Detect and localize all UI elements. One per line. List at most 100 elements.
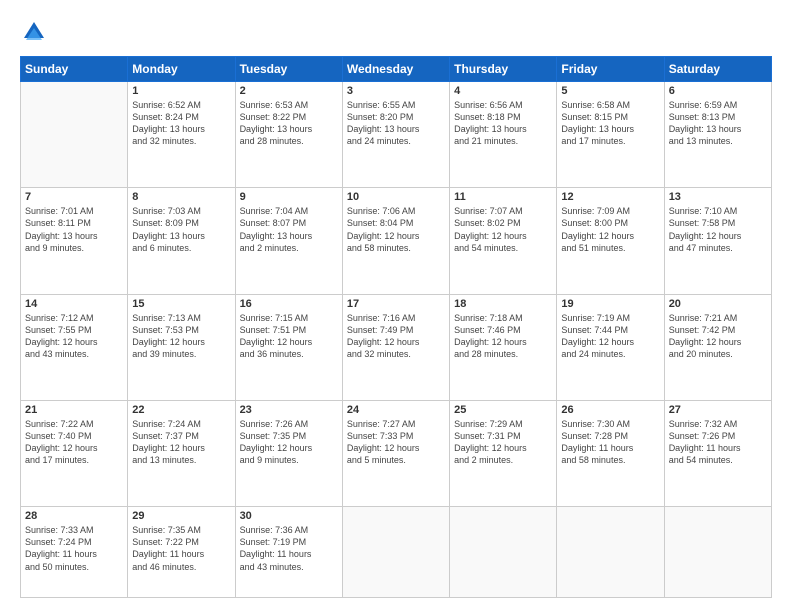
calendar-week-row: 14 Sunrise: 7:12 AM Sunset: 7:55 PM Dayli… (21, 294, 772, 400)
day-info: Sunrise: 7:24 AM Sunset: 7:37 PM Dayligh… (132, 418, 230, 467)
day-number: 16 (240, 298, 338, 310)
day-number: 30 (240, 510, 338, 522)
page: SundayMondayTuesdayWednesdayThursdayFrid… (0, 0, 792, 612)
day-number: 20 (669, 298, 767, 310)
calendar-week-row: 21Sunrise: 7:22 AM Sunset: 7:40 PM Dayli… (21, 400, 772, 506)
calendar-cell: 25Sunrise: 7:29 AM Sunset: 7:31 PM Dayli… (450, 400, 557, 506)
calendar-cell: 16 Sunrise: 7:15 AM Sunset: 7:51 PM Dayli… (235, 294, 342, 400)
calendar-cell: 22 Sunrise: 7:24 AM Sunset: 7:37 PM Dayli… (128, 400, 235, 506)
day-number: 4 (454, 85, 552, 97)
day-info: Sunrise: 7:32 AM Sunset: 7:26 PM Dayligh… (669, 418, 767, 467)
calendar-cell: 8 Sunrise: 7:03 AM Sunset: 8:09 PM Daylig… (128, 188, 235, 294)
calendar-cell: 3 Sunrise: 6:55 AM Sunset: 8:20 PM Daylig… (342, 82, 449, 188)
calendar-week-row: 28 Sunrise: 7:33 AM Sunset: 7:24 PM Dayli… (21, 507, 772, 598)
day-info: Sunrise: 6:55 AM Sunset: 8:20 PM Dayligh… (347, 99, 445, 148)
day-info: Sunrise: 7:33 AM Sunset: 7:24 PM Dayligh… (25, 524, 123, 573)
day-number: 22 (132, 404, 230, 416)
day-number: 21 (25, 404, 123, 416)
day-number: 26 (561, 404, 659, 416)
day-number: 29 (132, 510, 230, 522)
day-number: 13 (669, 191, 767, 203)
calendar-table: SundayMondayTuesdayWednesdayThursdayFrid… (20, 56, 772, 598)
calendar-day-header: Thursday (450, 57, 557, 82)
day-number: 28 (25, 510, 123, 522)
day-info: Sunrise: 6:56 AM Sunset: 8:18 PM Dayligh… (454, 99, 552, 148)
day-info: Sunrise: 7:26 AM Sunset: 7:35 PM Dayligh… (240, 418, 338, 467)
calendar-cell: 19 Sunrise: 7:19 AM Sunset: 7:44 PM Dayli… (557, 294, 664, 400)
calendar-day-header: Friday (557, 57, 664, 82)
calendar-cell: 10 Sunrise: 7:06 AM Sunset: 8:04 PM Dayli… (342, 188, 449, 294)
day-number: 14 (25, 298, 123, 310)
day-info: Sunrise: 6:52 AM Sunset: 8:24 PM Dayligh… (132, 99, 230, 148)
calendar-cell: 13Sunrise: 7:10 AM Sunset: 7:58 PM Dayli… (664, 188, 771, 294)
day-info: Sunrise: 6:58 AM Sunset: 8:15 PM Dayligh… (561, 99, 659, 148)
calendar-cell: 7 Sunrise: 7:01 AM Sunset: 8:11 PM Daylig… (21, 188, 128, 294)
calendar-day-header: Sunday (21, 57, 128, 82)
day-number: 6 (669, 85, 767, 97)
calendar-cell: 17 Sunrise: 7:16 AM Sunset: 7:49 PM Dayli… (342, 294, 449, 400)
day-info: Sunrise: 7:06 AM Sunset: 8:04 PM Dayligh… (347, 205, 445, 254)
day-info: Sunrise: 7:04 AM Sunset: 8:07 PM Dayligh… (240, 205, 338, 254)
day-number: 27 (669, 404, 767, 416)
day-info: Sunrise: 7:36 AM Sunset: 7:19 PM Dayligh… (240, 524, 338, 573)
day-info: Sunrise: 7:27 AM Sunset: 7:33 PM Dayligh… (347, 418, 445, 467)
day-number: 18 (454, 298, 552, 310)
calendar-cell: 12 Sunrise: 7:09 AM Sunset: 8:00 PM Dayli… (557, 188, 664, 294)
day-info: Sunrise: 7:35 AM Sunset: 7:22 PM Dayligh… (132, 524, 230, 573)
calendar-cell: 14 Sunrise: 7:12 AM Sunset: 7:55 PM Dayli… (21, 294, 128, 400)
calendar-cell: 5 Sunrise: 6:58 AM Sunset: 8:15 PM Daylig… (557, 82, 664, 188)
day-number: 17 (347, 298, 445, 310)
logo (20, 18, 52, 46)
calendar-cell (664, 507, 771, 598)
day-info: Sunrise: 7:13 AM Sunset: 7:53 PM Dayligh… (132, 312, 230, 361)
day-info: Sunrise: 7:16 AM Sunset: 7:49 PM Dayligh… (347, 312, 445, 361)
calendar-cell: 30 Sunrise: 7:36 AM Sunset: 7:19 PM Dayli… (235, 507, 342, 598)
day-number: 24 (347, 404, 445, 416)
calendar-cell: 26 Sunrise: 7:30 AM Sunset: 7:28 PM Dayli… (557, 400, 664, 506)
day-info: Sunrise: 7:15 AM Sunset: 7:51 PM Dayligh… (240, 312, 338, 361)
calendar-week-row: 7 Sunrise: 7:01 AM Sunset: 8:11 PM Daylig… (21, 188, 772, 294)
calendar-cell (21, 82, 128, 188)
day-info: Sunrise: 7:12 AM Sunset: 7:55 PM Dayligh… (25, 312, 123, 361)
calendar-cell: 2 Sunrise: 6:53 AM Sunset: 8:22 PM Daylig… (235, 82, 342, 188)
day-info: Sunrise: 6:53 AM Sunset: 8:22 PM Dayligh… (240, 99, 338, 148)
day-number: 11 (454, 191, 552, 203)
day-info: Sunrise: 7:09 AM Sunset: 8:00 PM Dayligh… (561, 205, 659, 254)
day-number: 1 (132, 85, 230, 97)
day-info: Sunrise: 7:07 AM Sunset: 8:02 PM Dayligh… (454, 205, 552, 254)
logo-icon (20, 18, 48, 46)
day-info: Sunrise: 6:59 AM Sunset: 8:13 PM Dayligh… (669, 99, 767, 148)
day-info: Sunrise: 7:03 AM Sunset: 8:09 PM Dayligh… (132, 205, 230, 254)
day-number: 7 (25, 191, 123, 203)
calendar-cell: 18 Sunrise: 7:18 AM Sunset: 7:46 PM Dayli… (450, 294, 557, 400)
header (20, 18, 772, 46)
day-number: 9 (240, 191, 338, 203)
day-info: Sunrise: 7:21 AM Sunset: 7:42 PM Dayligh… (669, 312, 767, 361)
calendar-cell: 15 Sunrise: 7:13 AM Sunset: 7:53 PM Dayli… (128, 294, 235, 400)
day-number: 2 (240, 85, 338, 97)
calendar-day-header: Tuesday (235, 57, 342, 82)
calendar-day-header: Monday (128, 57, 235, 82)
calendar-cell (342, 507, 449, 598)
calendar-cell: 20 Sunrise: 7:21 AM Sunset: 7:42 PM Dayli… (664, 294, 771, 400)
day-info: Sunrise: 7:30 AM Sunset: 7:28 PM Dayligh… (561, 418, 659, 467)
day-number: 23 (240, 404, 338, 416)
calendar-cell: 21Sunrise: 7:22 AM Sunset: 7:40 PM Dayli… (21, 400, 128, 506)
day-number: 15 (132, 298, 230, 310)
calendar-week-row: 1 Sunrise: 6:52 AM Sunset: 8:24 PM Daylig… (21, 82, 772, 188)
day-number: 19 (561, 298, 659, 310)
calendar-cell: 4 Sunrise: 6:56 AM Sunset: 8:18 PM Daylig… (450, 82, 557, 188)
calendar-cell: 27 Sunrise: 7:32 AM Sunset: 7:26 PM Dayli… (664, 400, 771, 506)
day-number: 25 (454, 404, 552, 416)
day-number: 12 (561, 191, 659, 203)
calendar-cell: 11 Sunrise: 7:07 AM Sunset: 8:02 PM Dayli… (450, 188, 557, 294)
day-number: 3 (347, 85, 445, 97)
day-info: Sunrise: 7:19 AM Sunset: 7:44 PM Dayligh… (561, 312, 659, 361)
day-number: 5 (561, 85, 659, 97)
day-number: 8 (132, 191, 230, 203)
calendar-day-header: Saturday (664, 57, 771, 82)
day-number: 10 (347, 191, 445, 203)
calendar-day-header: Wednesday (342, 57, 449, 82)
day-info: Sunrise: 7:18 AM Sunset: 7:46 PM Dayligh… (454, 312, 552, 361)
day-info: Sunrise: 7:01 AM Sunset: 8:11 PM Dayligh… (25, 205, 123, 254)
